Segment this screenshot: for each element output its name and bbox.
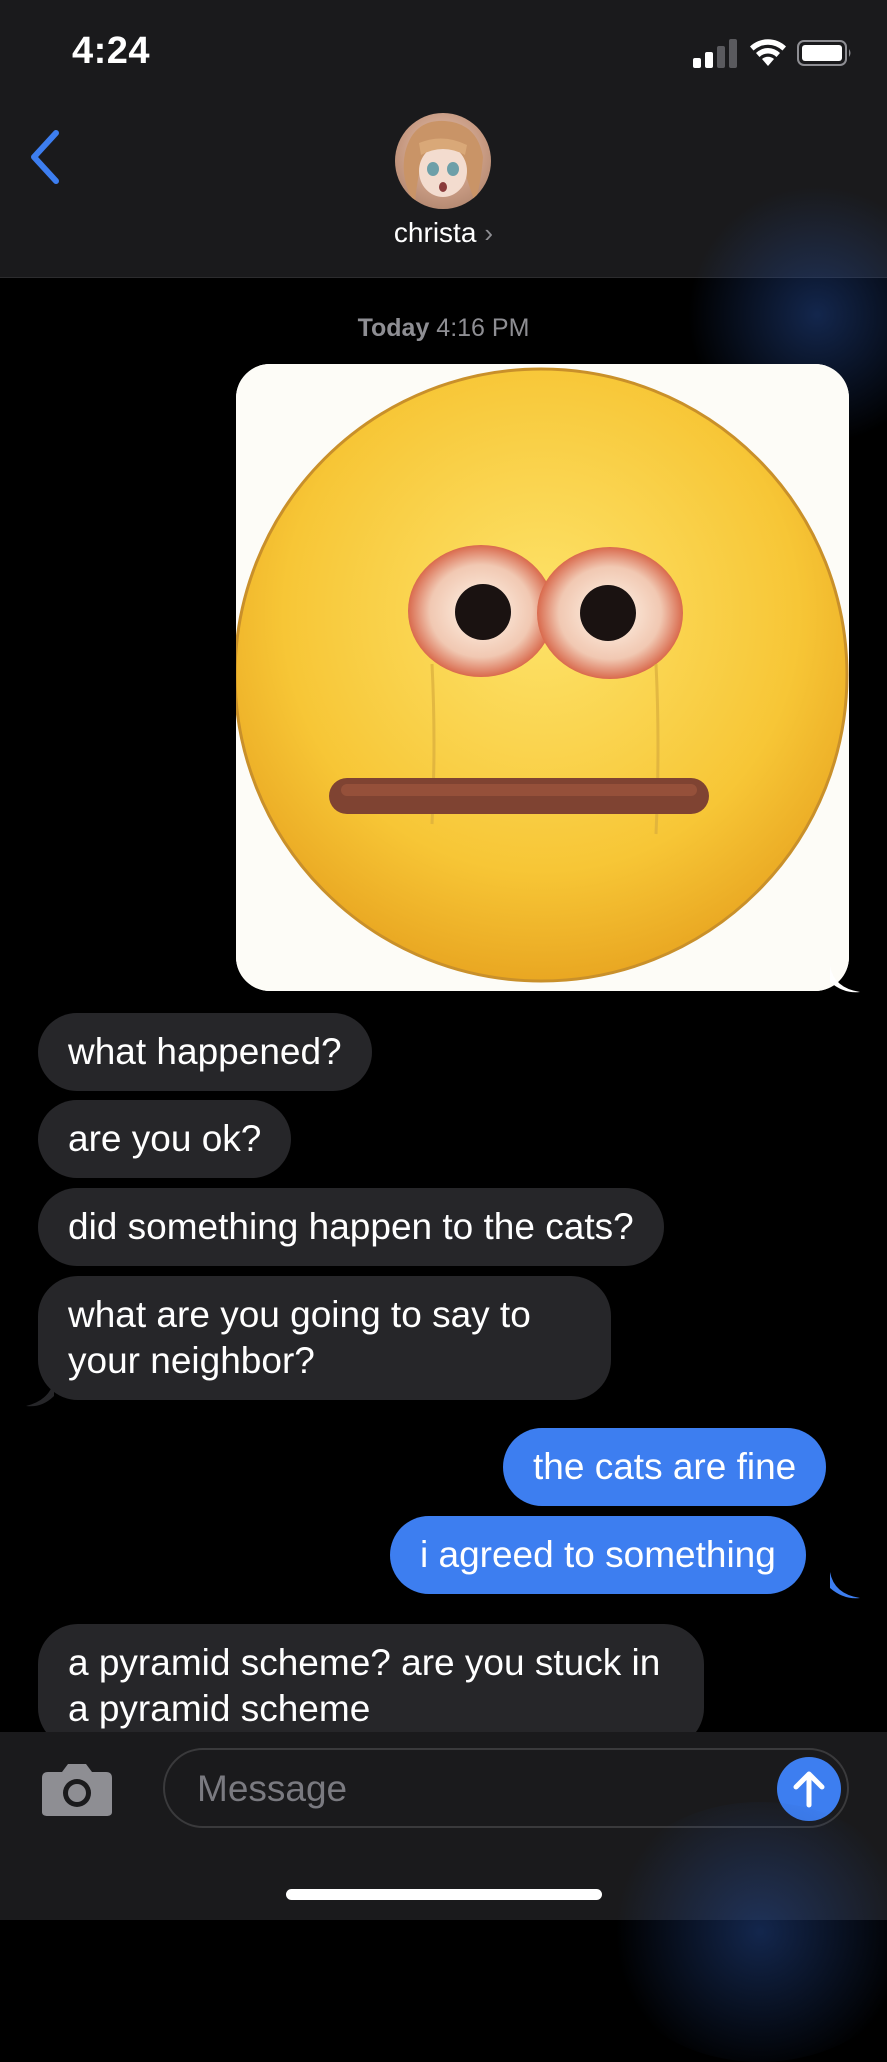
status-bar: 4:24 (0, 0, 887, 105)
outgoing-message[interactable]: i agreed to something (390, 1516, 806, 1594)
crying-emoji-image (236, 364, 849, 991)
contact-chevron-icon: › (484, 218, 494, 248)
thread-timestamp: Today 4:16 PM (0, 314, 887, 343)
conversation-header: christa › (0, 105, 887, 445)
incoming-message[interactable]: what happened? (38, 1013, 372, 1091)
incoming-message[interactable]: a pyramid scheme? are you stuck in a pyr… (38, 1624, 704, 1748)
outgoing-message[interactable]: the cats are fine (503, 1428, 827, 1506)
signal-icon (693, 38, 737, 68)
timestamp-time: 4:16 PM (436, 314, 530, 342)
wifi-icon (750, 39, 786, 66)
back-chevron-icon[interactable] (26, 127, 66, 187)
incoming-message[interactable]: are you ok? (38, 1100, 292, 1178)
contact-name-button[interactable]: christa › (0, 217, 887, 249)
battery-icon (797, 40, 851, 66)
message-placeholder: Message (197, 1768, 348, 1809)
contact-name: christa (393, 217, 477, 248)
incoming-message[interactable]: did something happen to the cats? (38, 1188, 664, 1266)
home-indicator[interactable] (286, 1889, 602, 1900)
contact-avatar[interactable] (395, 113, 491, 209)
image-message[interactable] (236, 364, 849, 991)
status-time: 4:24 (72, 30, 151, 72)
incoming-message[interactable]: what are you going to say to your neighb… (38, 1276, 611, 1400)
timestamp-day: Today (357, 314, 430, 342)
camera-icon[interactable] (40, 1760, 114, 1818)
